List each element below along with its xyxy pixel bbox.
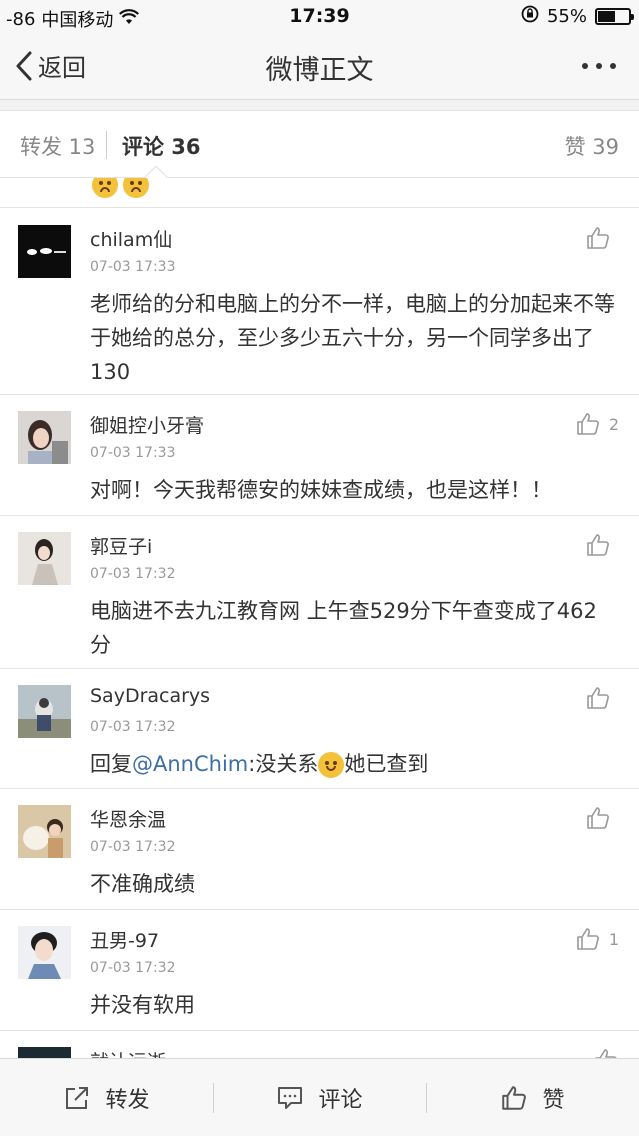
avatar[interactable] [18,805,71,858]
comment-item: 华恩余温 07-03 17:32 不准确成绩 [0,789,639,910]
username[interactable]: 郭豆子i [90,532,152,559]
reply-text: :没关系 [248,752,319,776]
username[interactable]: SayDracarys [90,685,210,707]
tab-like[interactable]: 赞 39 [565,131,619,161]
username[interactable]: 华恩余温 [90,805,166,832]
like-button[interactable] [585,685,619,711]
thumbs-up-icon [587,227,609,249]
like-label: 赞 [542,1087,565,1113]
comment-item: 丑男-97 07-03 17:32 并没有软用 1 [0,910,639,1031]
tab-bar: 转发 13 评论 36 赞 39 [0,110,639,189]
like-button[interactable]: 2 [575,411,619,437]
reply-prefix: 回复 [90,752,132,776]
status-right: 55% [521,5,634,28]
partial-comment [0,178,639,208]
thumbs-up-icon [502,1085,527,1110]
like-button[interactable]: 1 [575,926,619,952]
thumbs-up-icon [587,807,609,829]
like-count: 2 [608,414,619,434]
battery-icon [595,8,634,25]
comment-text: 不准确成绩 [90,872,195,896]
navigation-bar: 返回 微博正文 [0,34,639,100]
mention-link[interactable]: @AnnChim [132,752,248,776]
avatar[interactable] [18,225,71,278]
comment-item: chilam仙 07-03 17:33 老师给的分和电脑上的分不一样，电脑上的分… [0,209,639,395]
username[interactable]: 御姐控小牙膏 [90,411,204,438]
avatar[interactable] [18,685,71,738]
comment-icon [278,1086,303,1109]
tab-repost[interactable]: 转发 13 [20,131,95,161]
comment-time: 07-03 17:32 [90,839,176,855]
like-button[interactable] [585,225,619,251]
thumbs-up-icon [577,413,599,435]
comment-text: 电脑进不去九江教育网 上午查529分下午查变成了462分 [90,599,597,657]
share-icon [66,1086,89,1109]
dot-icon [582,63,588,69]
comment-item: 就让远逝 [0,1031,639,1058]
tab-divider [106,131,107,159]
status-bar: -86 中国移动 17:39 55% [0,0,639,34]
reply-text-end: 她已查到 [344,752,429,776]
comment-text: 老师给的分和电脑上的分不一样，电脑上的分加起来不等于她给的总分，至少多少五六十分… [90,292,615,384]
comment-text: 并没有软用 [90,993,195,1017]
partial-emoji-row [92,178,150,198]
like-button[interactable] [593,1047,619,1058]
comment-button[interactable]: 评论 [213,1059,426,1136]
comment-label: 评论 [318,1087,363,1113]
sad-emoji-icon [123,178,150,198]
comment-text: 回复@AnnChim:没关系 她已查到 [90,747,615,781]
thumbs-up-icon [595,1049,617,1058]
smile-emoji-icon [318,752,345,778]
comment-item: SayDracarys 07-03 17:32 回复@AnnChim:没关系 她已… [0,669,639,789]
comment-time: 07-03 17:32 [90,960,176,976]
dot-icon [610,63,616,69]
thumbs-up-icon [577,928,599,950]
like-button[interactable] [585,532,619,558]
avatar[interactable] [18,411,71,464]
comment-item: 郭豆子i 07-03 17:32 电脑进不去九江教育网 上午查529分下午查变成… [0,516,639,669]
dot-icon [596,63,602,69]
bottom-action-bar: 转发 评论 赞 [0,1058,639,1136]
page-title: 微博正文 [265,55,374,86]
username[interactable]: 丑男-97 [90,926,159,953]
avatar[interactable] [18,1047,71,1058]
repost-button[interactable]: 转发 [0,1059,213,1136]
comment-time: 07-03 17:32 [90,719,176,735]
tab-comment[interactable]: 评论 36 [122,131,201,161]
avatar[interactable] [18,926,71,979]
thumbs-up-icon [587,534,609,556]
orientation-lock-icon [521,5,539,28]
comment-list[interactable]: chilam仙 07-03 17:33 老师给的分和电脑上的分不一样，电脑上的分… [0,178,639,1058]
repost-label: 转发 [105,1087,150,1113]
username[interactable]: chilam仙 [90,225,172,252]
thumbs-up-icon [587,687,609,709]
battery-percent: 55% [546,6,587,27]
battery-fill [598,11,615,22]
sad-emoji-icon [92,178,118,198]
avatar[interactable] [18,532,71,585]
username[interactable]: 就让远逝 [90,1047,166,1058]
like-button[interactable] [585,805,619,831]
comment-time: 07-03 17:32 [90,566,176,582]
comment-time: 07-03 17:33 [90,259,176,275]
comment-text: 对啊！今天我帮德安的妹妹查成绩，也是这样！！ [90,478,552,502]
more-options-button[interactable] [579,54,619,78]
comment-time: 07-03 17:33 [90,445,176,461]
comment-item: 御姐控小牙膏 07-03 17:33 对啊！今天我帮德安的妹妹查成绩，也是这样！… [0,395,639,516]
like-count: 1 [608,929,619,949]
like-action-button[interactable]: 赞 [426,1059,639,1136]
